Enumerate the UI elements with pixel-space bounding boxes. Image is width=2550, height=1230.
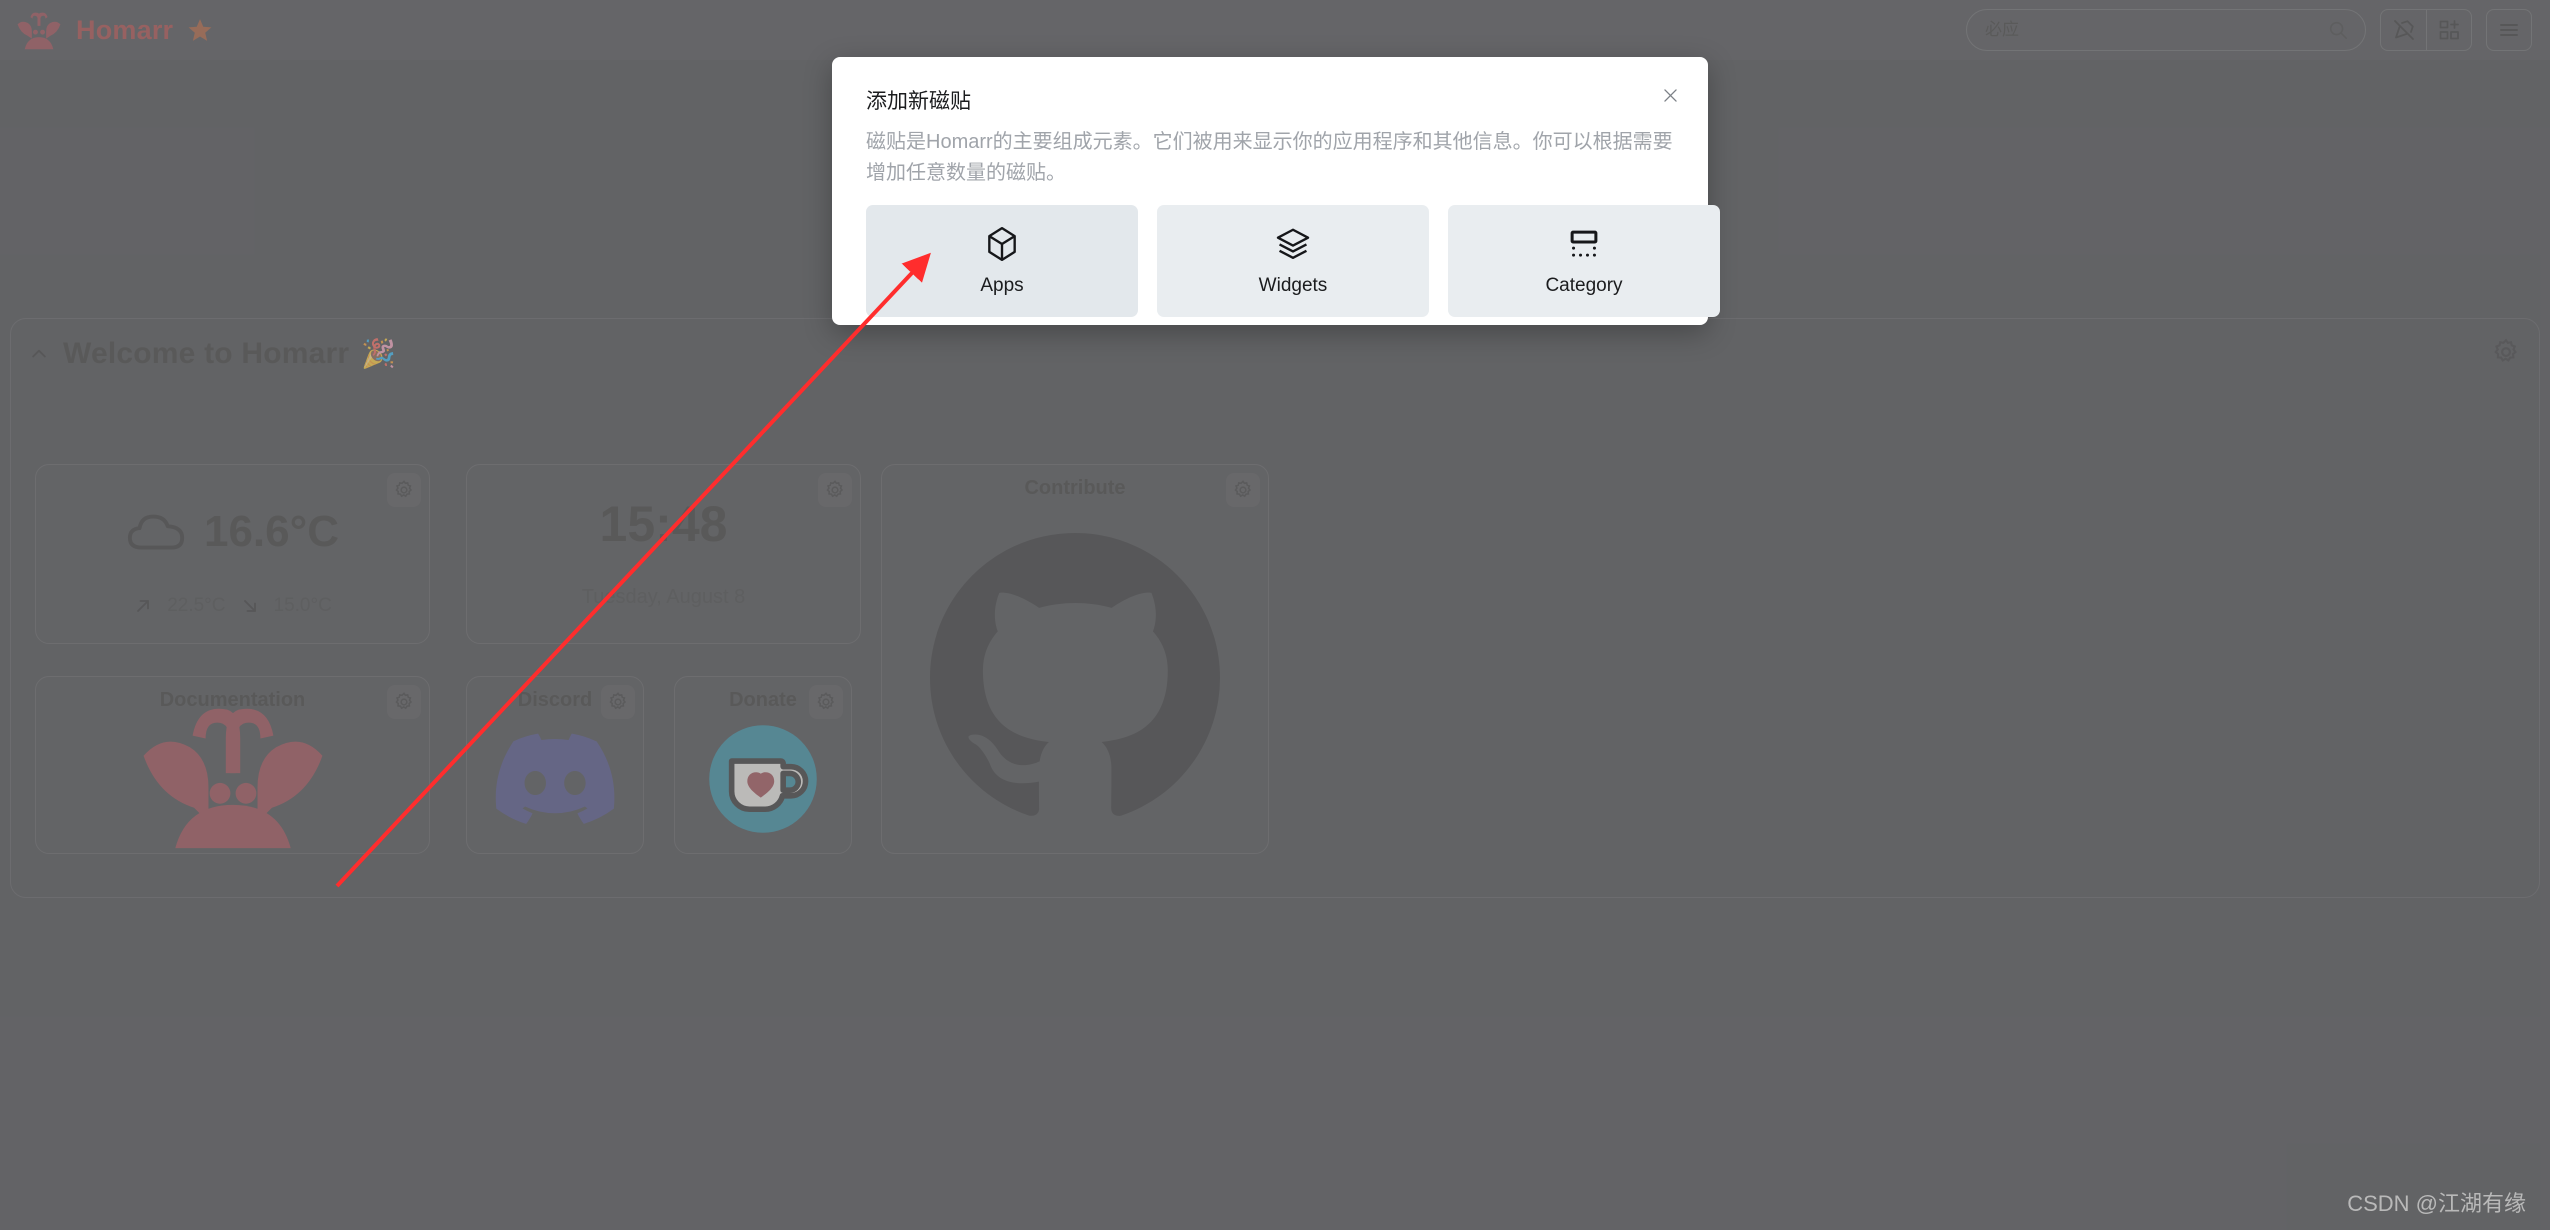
add-tile-modal: 添加新磁贴 磁贴是Homarr的主要组成元素。它们被用来显示你的应用程序和其他信… <box>832 57 1720 325</box>
option-apps-label: Apps <box>980 275 1024 296</box>
option-widgets-label: Widgets <box>1258 275 1328 296</box>
modal-description: 磁贴是Homarr的主要组成元素。它们被用来显示你的应用程序和其他信息。你可以根… <box>866 131 1673 184</box>
modal-title: 添加新磁贴 <box>866 90 971 113</box>
option-widgets[interactable]: Widgets <box>1157 205 1429 317</box>
option-category[interactable]: Category <box>1448 205 1720 317</box>
watermark: CSDN @江湖有缘 <box>2347 1191 2526 1216</box>
option-category-label: Category <box>1545 275 1623 296</box>
box-3d-icon <box>988 226 1016 262</box>
homarr-dashboard-page: Homarr <box>0 0 2550 1230</box>
modal-close-button[interactable] <box>1654 79 1686 111</box>
category-rectangle-dots-icon <box>1570 230 1598 257</box>
layers-stack-icon <box>1276 228 1310 259</box>
close-icon <box>1663 88 1677 102</box>
option-apps[interactable]: Apps <box>866 205 1138 317</box>
modal-option-list: Apps Widgets Category <box>866 205 1720 317</box>
